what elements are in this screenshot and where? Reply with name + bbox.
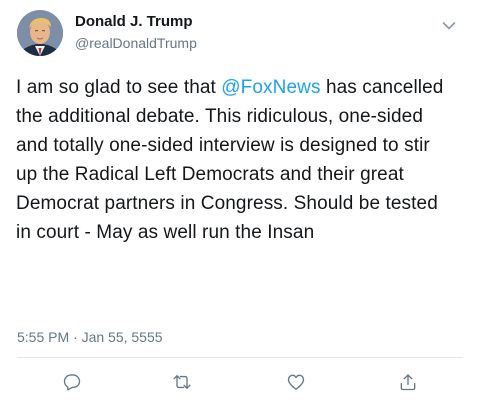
like-icon [287,374,305,390]
retweet-button[interactable] [170,370,194,394]
share-button[interactable] [396,370,420,394]
tweet-text-part: I am so glad to see that [16,77,222,98]
reply-icon [63,374,81,391]
tweet-text: I am so glad to see that @FoxNews has ca… [16,73,456,247]
divider [17,357,463,358]
tweet-card: Donald J. Trump @realDonaldTrump I am so… [0,0,480,410]
retweet-icon [173,375,191,389]
tweet-text-part: has cancelled the additional debate. Thi… [16,77,444,243]
like-button[interactable] [284,370,308,394]
display-name[interactable]: Donald J. Trump [75,13,197,31]
user-info: Donald J. Trump @realDonaldTrump [75,13,197,52]
tweet-timestamp[interactable]: 5:55 PM · Jan 55, 5555 [17,328,163,346]
reply-button[interactable] [60,370,84,394]
share-icon [400,374,416,391]
user-handle[interactable]: @realDonaldTrump [75,34,197,52]
action-bar [0,370,480,398]
mention-link[interactable]: @FoxNews [221,77,320,98]
profile-avatar-icon [17,10,63,56]
avatar[interactable] [17,10,63,56]
chevron-down-icon[interactable] [442,18,456,30]
